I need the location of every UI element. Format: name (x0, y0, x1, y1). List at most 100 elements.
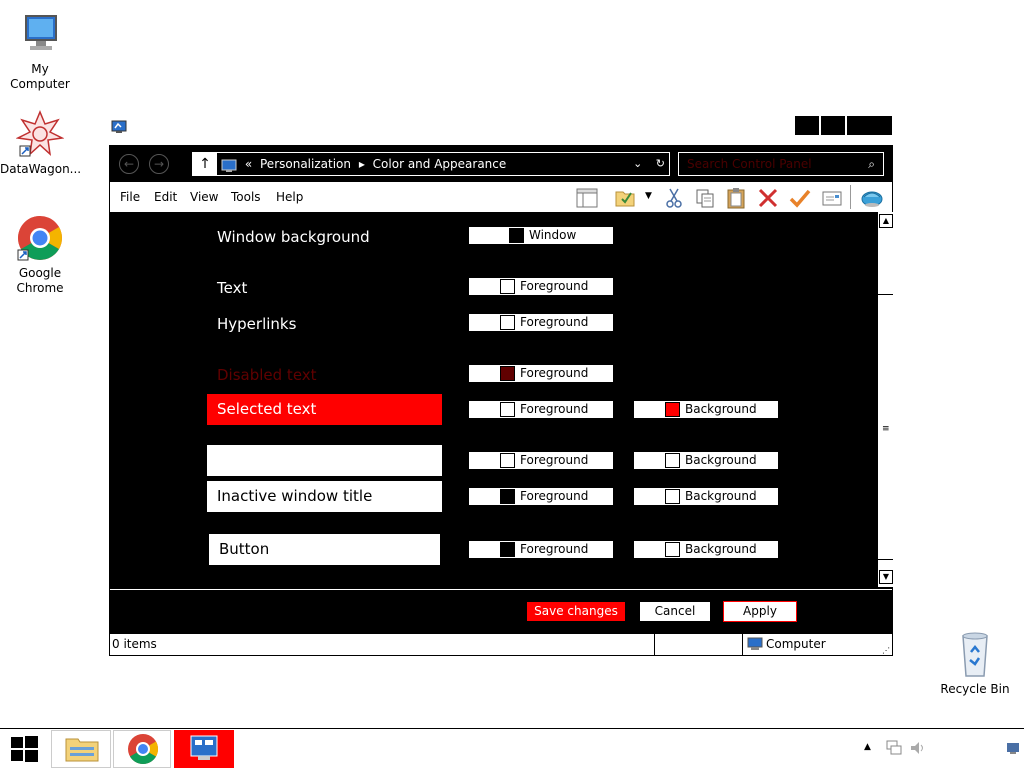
active-title-background-button[interactable]: Background (633, 451, 779, 470)
search-placeholder: Search Control Panel (687, 157, 812, 171)
start-button[interactable] (0, 730, 48, 768)
desktop-icon-recycle-bin[interactable]: Recycle Bin (935, 630, 1015, 697)
color-swatch (500, 279, 515, 294)
address-right-controls: ⌄ ↻ (633, 153, 665, 175)
folder-options-icon[interactable] (614, 187, 636, 209)
button-label: Background (685, 402, 757, 416)
up-arrow-icon[interactable]: ↑ (193, 153, 217, 175)
button-preview: Button (209, 534, 440, 565)
breadcrumb-item-color-appearance[interactable]: Color and Appearance (373, 157, 507, 171)
desktop-icon-label: Google Chrome (16, 266, 64, 295)
color-swatch (665, 542, 680, 557)
button-label: Background (685, 542, 757, 556)
button-foreground-button[interactable]: Foreground (468, 540, 614, 559)
vertical-scrollbar[interactable]: ▲ ≡ ▼ (877, 212, 893, 587)
taskbar-chrome[interactable] (113, 730, 171, 768)
properties-icon[interactable] (821, 187, 843, 209)
menu-edit[interactable]: Edit (154, 190, 177, 204)
active-title-foreground-button[interactable]: Foreground (468, 451, 614, 470)
hyperlinks-foreground-button[interactable]: Foreground (468, 313, 614, 332)
back-button[interactable]: ← (119, 154, 139, 174)
breadcrumb-prefix[interactable]: « (245, 157, 252, 171)
tray-overflow-icon[interactable]: ▲ (864, 742, 871, 752)
button-label: Foreground (520, 315, 589, 329)
color-swatch (500, 489, 515, 504)
button-label: Foreground (520, 542, 589, 556)
volume-icon[interactable] (909, 739, 927, 760)
button-label: Foreground (520, 453, 589, 467)
maximize-button[interactable] (821, 116, 845, 135)
inactive-title-foreground-button[interactable]: Foreground (468, 487, 614, 506)
folder-icon (65, 738, 99, 762)
cancel-button[interactable]: Cancel (639, 601, 711, 622)
copy-icon[interactable] (694, 187, 716, 209)
cut-icon[interactable] (663, 187, 685, 209)
dialog-footer: Save changes Cancel Apply (110, 589, 892, 634)
status-bar: 0 items Computer ⋰ (110, 634, 892, 655)
menu-file[interactable]: File (120, 190, 140, 204)
toolbar-divider (850, 185, 851, 209)
globe-icon[interactable] (861, 187, 883, 209)
inactive-title-background-button[interactable]: Background (633, 487, 779, 506)
selected-text-preview: Selected text (207, 394, 442, 425)
row-label-text: Text (217, 279, 248, 297)
desktop-icon-chrome[interactable]: Google Chrome (0, 214, 80, 296)
menu-bar: File Edit View Tools Help ▼ (110, 182, 892, 212)
minimize-button[interactable] (795, 116, 819, 135)
button-background-button[interactable]: Background (633, 540, 779, 559)
address-toolbar: ← → ↑ « Personalization ▸ Color and Appe… (110, 146, 892, 182)
network-icon[interactable] (885, 739, 903, 760)
color-swatch (665, 489, 680, 504)
breadcrumb-separator-icon: ▸ (358, 157, 365, 171)
text-foreground-button[interactable]: Foreground (468, 277, 614, 296)
button-label: Foreground (520, 366, 589, 380)
taskbar-control-panel[interactable] (174, 730, 234, 768)
scroll-up-arrow[interactable]: ▲ (879, 214, 893, 228)
delete-icon[interactable] (757, 187, 779, 209)
refresh-icon[interactable]: ↻ (656, 157, 665, 170)
button-label: Foreground (520, 489, 589, 503)
status-item-count: 0 items (112, 637, 157, 651)
color-swatch (665, 402, 680, 417)
paste-icon[interactable] (725, 187, 747, 209)
checkmark-icon[interactable] (789, 187, 811, 209)
desktop-icon-datawagon[interactable]: DataWagon... (0, 110, 81, 177)
desktop-icon-my-computer[interactable]: My Computer (0, 10, 80, 92)
save-changes-button[interactable]: Save changes (526, 601, 626, 622)
button-label: Window (529, 228, 577, 242)
status-divider (654, 634, 655, 655)
button-label: Foreground (520, 402, 589, 416)
layout-pane-icon[interactable] (576, 187, 598, 209)
selected-foreground-button[interactable]: Foreground (468, 400, 614, 419)
datawagon-icon (15, 110, 65, 158)
menu-help[interactable]: Help (276, 190, 303, 204)
apply-button[interactable]: Apply (723, 601, 797, 622)
window-color-button[interactable]: Window (468, 226, 614, 245)
desktop-icon-label: Recycle Bin (940, 682, 1010, 696)
color-swatch (500, 402, 515, 417)
computer-icon (16, 10, 64, 58)
address-bar[interactable]: ↑ « Personalization ▸ Color and Appearan… (192, 152, 670, 176)
forward-button[interactable]: → (149, 154, 169, 174)
taskbar-file-explorer[interactable] (51, 730, 111, 768)
color-swatch (509, 228, 524, 243)
close-button[interactable] (847, 116, 892, 135)
chevron-down-icon[interactable]: ⌄ (633, 157, 642, 170)
menu-tools[interactable]: Tools (231, 190, 261, 204)
row-label-disabled-text: Disabled text (217, 366, 317, 384)
menu-view[interactable]: View (190, 190, 218, 204)
selected-background-button[interactable]: Background (633, 400, 779, 419)
search-icon[interactable]: ⌕ (868, 153, 875, 175)
chevron-down-icon[interactable]: ▼ (645, 191, 652, 201)
resize-grip-icon[interactable]: ⋰ (882, 640, 890, 661)
search-input[interactable]: Search Control Panel ⌕ (678, 152, 884, 176)
button-label: Background (685, 489, 757, 503)
active-window-title-preview (207, 445, 442, 476)
disabled-foreground-button[interactable]: Foreground (468, 364, 614, 383)
breadcrumb-item-personalization[interactable]: Personalization (260, 157, 351, 171)
windows-logo-icon (11, 736, 38, 762)
color-swatch (500, 315, 515, 330)
breadcrumb: « Personalization ▸ Color and Appearance (221, 153, 510, 175)
show-desktop-icon[interactable] (1006, 742, 1020, 757)
scroll-down-arrow[interactable]: ▼ (879, 570, 893, 584)
